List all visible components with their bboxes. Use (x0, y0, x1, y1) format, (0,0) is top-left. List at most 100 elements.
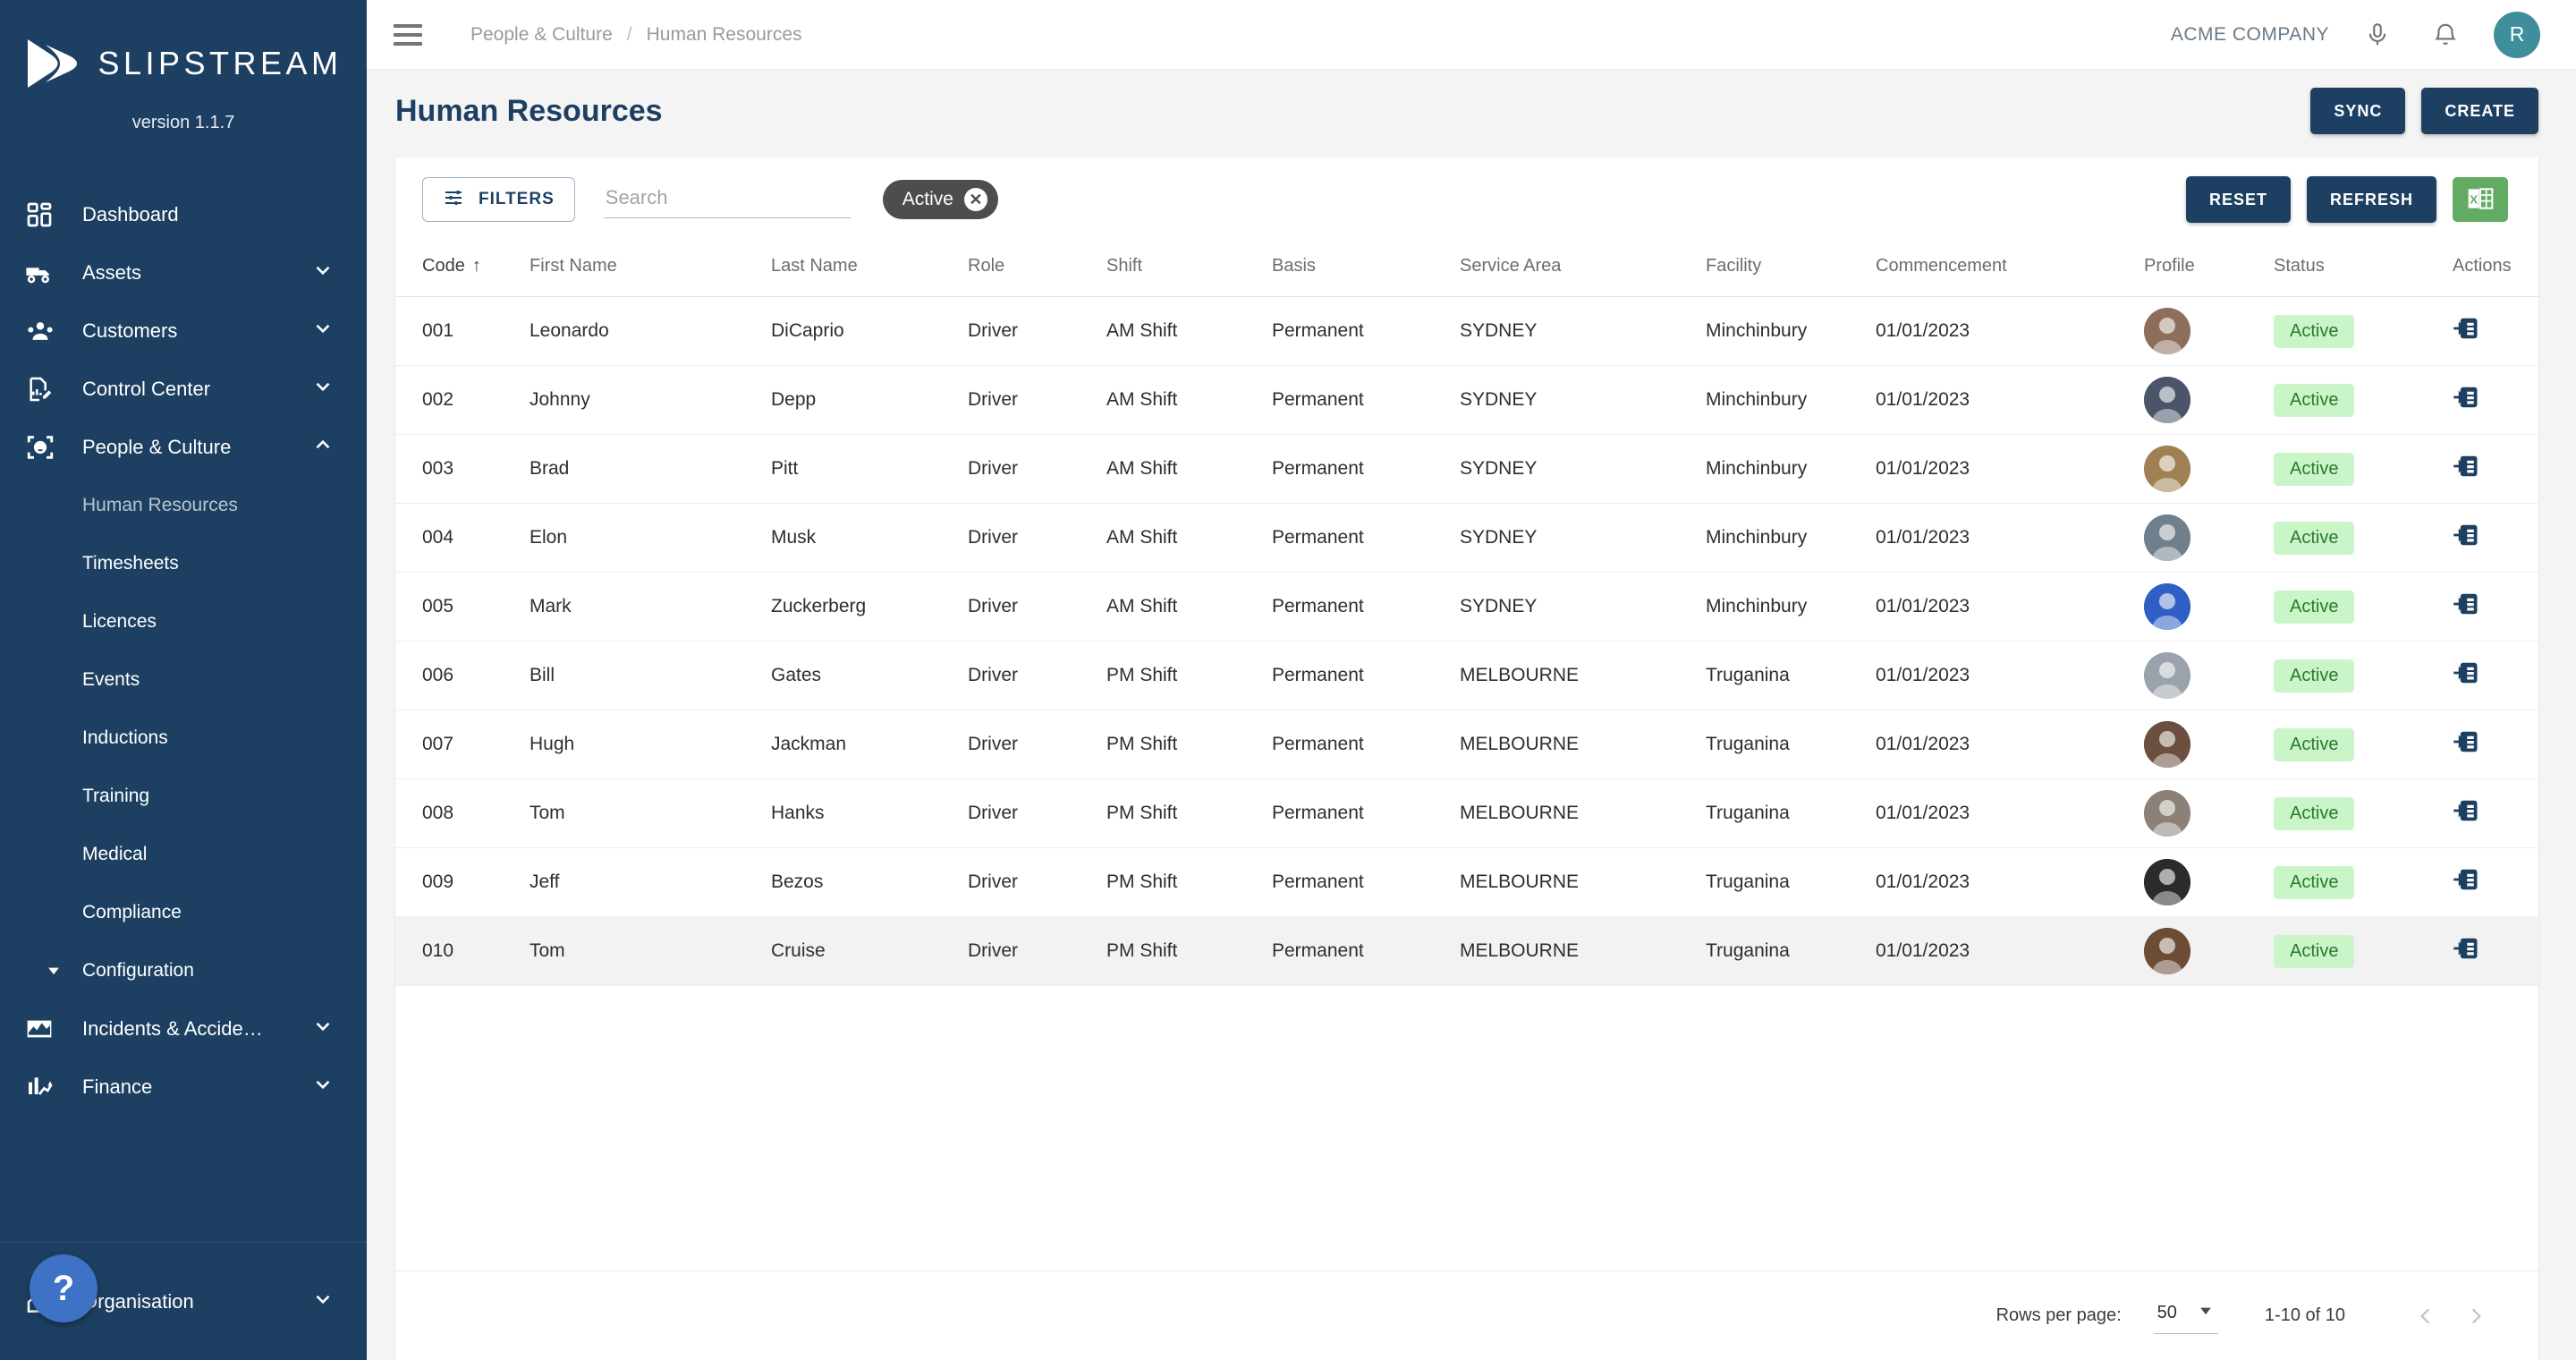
table-row[interactable]: 003BradPittDriverAM ShiftPermanentSYDNEY… (395, 435, 2538, 504)
profile-avatar[interactable] (2144, 308, 2190, 354)
user-avatar[interactable]: R (2494, 12, 2540, 58)
filter-chip-active[interactable]: Active ✕ (883, 180, 998, 219)
profile-avatar[interactable] (2144, 652, 2190, 699)
search-input[interactable] (604, 181, 851, 218)
close-icon[interactable]: ✕ (964, 188, 987, 211)
cell-role: Driver (968, 366, 1106, 435)
login-enter-icon[interactable] (2453, 659, 2479, 686)
sidebar-item-human-resources[interactable]: Human Resources (0, 476, 367, 534)
table-row[interactable]: 004ElonMuskDriverAM ShiftPermanentSYDNEY… (395, 504, 2538, 573)
export-excel-button[interactable]: X (2453, 177, 2508, 222)
column-header-last-name[interactable]: Last Name (771, 242, 968, 297)
profile-avatar[interactable] (2144, 514, 2190, 561)
profile-avatar[interactable] (2144, 790, 2190, 837)
login-enter-icon[interactable] (2453, 453, 2479, 480)
sidebar-item-dashboard[interactable]: Dashboard (0, 185, 367, 243)
table-row[interactable]: 001LeonardoDiCaprioDriverAM ShiftPermane… (395, 297, 2538, 366)
sidebar-item-medical[interactable]: Medical (0, 825, 367, 883)
column-header-facility[interactable]: Facility (1706, 242, 1876, 297)
sidebar-item-customers[interactable]: Customers (0, 302, 367, 360)
breadcrumb-item-people-culture[interactable]: People & Culture (470, 24, 613, 46)
column-header-first-name[interactable]: First Name (530, 242, 771, 297)
sidebar-item-control-center[interactable]: Control Center (0, 360, 367, 418)
breadcrumb-item-human-resources[interactable]: Human Resources (647, 24, 802, 46)
login-enter-icon[interactable] (2453, 591, 2479, 617)
previous-page-button[interactable] (2401, 1291, 2451, 1341)
profile-avatar[interactable] (2144, 583, 2190, 630)
sidebar-item-events[interactable]: Events (0, 650, 367, 709)
login-enter-icon[interactable] (2453, 728, 2479, 755)
table-row[interactable]: 007HughJackmanDriverPM ShiftPermanentMEL… (395, 710, 2538, 779)
notification-bell-icon[interactable] (2426, 15, 2465, 55)
cell-facility: Truganina (1706, 710, 1876, 779)
login-enter-icon[interactable] (2453, 797, 2479, 824)
table-row[interactable]: 005MarkZuckerbergDriverAM ShiftPermanent… (395, 573, 2538, 642)
cell-actions (2453, 642, 2538, 710)
refresh-button[interactable]: REFRESH (2307, 176, 2436, 223)
filters-button[interactable]: FILTERS (422, 177, 575, 222)
tune-icon (443, 187, 464, 213)
chevron-down-icon[interactable] (311, 1015, 335, 1042)
sidebar-item-finance[interactable]: Finance (0, 1058, 367, 1116)
menu-toggle-icon[interactable] (394, 17, 429, 53)
sync-button[interactable]: SYNC (2310, 88, 2405, 134)
login-enter-icon[interactable] (2453, 935, 2479, 962)
chevron-down-icon[interactable] (311, 317, 335, 344)
login-enter-icon[interactable] (2453, 315, 2479, 342)
cell-first: Elon (530, 504, 771, 573)
table-row[interactable]: 006BillGatesDriverPM ShiftPermanentMELBO… (395, 642, 2538, 710)
column-header-code[interactable]: Code ↑ (395, 242, 530, 297)
cell-role: Driver (968, 917, 1106, 986)
help-button[interactable]: ? (30, 1254, 97, 1322)
cell-last: Depp (771, 366, 968, 435)
table-row[interactable]: 008TomHanksDriverPM ShiftPermanentMELBOU… (395, 779, 2538, 848)
sidebar-item-licences[interactable]: Licences (0, 592, 367, 650)
profile-avatar[interactable] (2144, 446, 2190, 492)
cell-commencement: 01/01/2023 (1876, 366, 2144, 435)
profile-avatar[interactable] (2144, 928, 2190, 974)
profile-avatar[interactable] (2144, 859, 2190, 905)
profile-avatar[interactable] (2144, 377, 2190, 423)
sidebar-item-compliance[interactable]: Compliance (0, 883, 367, 941)
table-row[interactable]: 009JeffBezosDriverPM ShiftPermanentMELBO… (395, 848, 2538, 917)
cell-basis: Permanent (1272, 504, 1460, 573)
column-header-shift[interactable]: Shift (1106, 242, 1272, 297)
cell-profile (2144, 848, 2274, 917)
sidebar-item-training[interactable]: Training (0, 767, 367, 825)
login-enter-icon[interactable] (2453, 384, 2479, 411)
sidebar-item-inductions[interactable]: Inductions (0, 709, 367, 767)
sidebar-item-label: Finance (66, 1075, 311, 1099)
column-header-status[interactable]: Status (2274, 242, 2453, 297)
chevron-down-icon[interactable] (311, 1288, 335, 1315)
create-button[interactable]: CREATE (2421, 88, 2538, 134)
sidebar-item-incidents-accidents[interactable]: Incidents & Accide… (0, 999, 367, 1058)
sidebar-item-assets[interactable]: Assets (0, 243, 367, 302)
microphone-icon[interactable] (2358, 15, 2397, 55)
table-row[interactable]: 002JohnnyDeppDriverAM ShiftPermanentSYDN… (395, 366, 2538, 435)
cell-shift: PM Shift (1106, 710, 1272, 779)
cell-last: Zuckerberg (771, 573, 968, 642)
profile-avatar[interactable] (2144, 721, 2190, 768)
column-header-basis[interactable]: Basis (1272, 242, 1460, 297)
table-row[interactable]: 010TomCruiseDriverPM ShiftPermanentMELBO… (395, 917, 2538, 986)
status-badge: Active (2274, 728, 2354, 761)
cell-status: Active (2274, 573, 2453, 642)
people-icon (25, 316, 66, 346)
rows-per-page-select[interactable]: 50 (2154, 1298, 2218, 1334)
cell-role: Driver (968, 848, 1106, 917)
column-header-commencement[interactable]: Commencement (1876, 242, 2144, 297)
reset-button[interactable]: RESET (2186, 176, 2291, 223)
column-header-role[interactable]: Role (968, 242, 1106, 297)
next-page-button[interactable] (2451, 1291, 2501, 1341)
sidebar-item-label: People & Culture (66, 436, 311, 459)
sidebar-item-configuration[interactable]: Configuration (0, 941, 367, 999)
chevron-down-icon[interactable] (311, 375, 335, 403)
chevron-up-icon[interactable] (311, 433, 335, 461)
column-header-service-area[interactable]: Service Area (1460, 242, 1706, 297)
chevron-down-icon[interactable] (311, 259, 335, 286)
login-enter-icon[interactable] (2453, 522, 2479, 548)
sidebar-item-timesheets[interactable]: Timesheets (0, 534, 367, 592)
sidebar-item-people-culture[interactable]: People & Culture (0, 418, 367, 476)
chevron-down-icon[interactable] (311, 1073, 335, 1101)
login-enter-icon[interactable] (2453, 866, 2479, 893)
